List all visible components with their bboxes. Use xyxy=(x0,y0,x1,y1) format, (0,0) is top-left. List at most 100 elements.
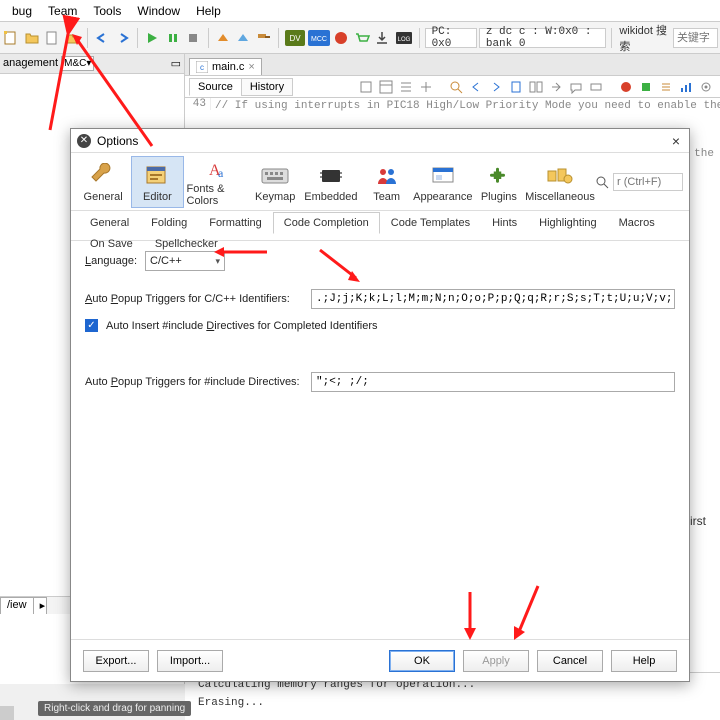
menu-team[interactable]: Team xyxy=(40,2,85,20)
svg-text:c: c xyxy=(200,63,204,72)
cat-fonts[interactable]: Aa Fonts & Colors xyxy=(186,156,248,208)
options-search-input[interactable] xyxy=(613,173,683,191)
wrench-icon xyxy=(88,161,118,191)
tb-stop-icon[interactable] xyxy=(184,27,203,49)
import-button[interactable]: Import... xyxy=(157,650,223,672)
subtab-highlighting[interactable]: Highlighting xyxy=(528,212,607,233)
dialog-body: Language: C/C++ ▾ Auto Popup Triggers fo… xyxy=(71,241,689,639)
tb-reg-readout: z dc c : W:0x0 : bank 0 xyxy=(479,28,606,48)
subtab-general[interactable]: General xyxy=(79,212,140,233)
tb-run-icon[interactable] xyxy=(143,27,162,49)
tb-open-icon[interactable] xyxy=(23,27,42,49)
tb-pause-icon[interactable] xyxy=(164,27,183,49)
ed-diff-icon[interactable] xyxy=(528,79,544,95)
cat-team[interactable]: Team xyxy=(361,156,413,208)
cat-plugins[interactable]: Plugins xyxy=(473,156,525,208)
team-icon xyxy=(372,161,402,191)
subtab-formatting[interactable]: Formatting xyxy=(198,212,273,233)
ed-shift-icon[interactable] xyxy=(548,79,564,95)
c-file-icon: c xyxy=(196,61,208,73)
ed-gear-icon[interactable] xyxy=(698,79,714,95)
subtab-code-templates[interactable]: Code Templates xyxy=(380,212,481,233)
editor-icon xyxy=(142,161,172,191)
tb-pc-readout: PC: 0x0 xyxy=(425,28,477,48)
cat-embedded[interactable]: Embedded xyxy=(303,156,358,208)
ed-bookmark-icon[interactable] xyxy=(508,79,524,95)
ed-uncomment-icon[interactable] xyxy=(588,79,604,95)
tb-mcc-icon[interactable]: MCC xyxy=(308,27,330,49)
ed-icon-1[interactable] xyxy=(358,79,374,95)
ed-chart-icon[interactable] xyxy=(678,79,694,95)
cat-appearance[interactable]: Appearance xyxy=(415,156,471,208)
editor-subtabs: General Folding Formatting Code Completi… xyxy=(71,211,689,241)
tb-log-icon[interactable]: LOG xyxy=(394,27,414,49)
view-tab-more[interactable]: ▸ xyxy=(33,597,47,614)
ed-icon-4[interactable] xyxy=(418,79,434,95)
subtab-macros[interactable]: Macros xyxy=(608,212,666,233)
plugin-icon xyxy=(484,161,514,191)
language-combo[interactable]: C/C++ ▾ xyxy=(145,251,225,271)
tb-newfile-icon[interactable] xyxy=(43,27,62,49)
ed-prev-icon[interactable] xyxy=(468,79,484,95)
ed-find-icon[interactable] xyxy=(448,79,464,95)
dialog-title-text: Options xyxy=(97,134,138,148)
include-triggers-input[interactable] xyxy=(311,372,675,392)
cancel-button[interactable]: Cancel xyxy=(537,650,603,672)
menu-help[interactable]: Help xyxy=(188,2,229,20)
tb-cart-icon[interactable] xyxy=(353,27,372,49)
export-button[interactable]: Export... xyxy=(83,650,149,672)
tb-undo-icon[interactable] xyxy=(93,27,112,49)
cat-keymap[interactable]: Keymap xyxy=(249,156,301,208)
ed-icon-3[interactable] xyxy=(398,79,414,95)
tb-redo-icon[interactable] xyxy=(114,27,133,49)
tb-openfile-icon[interactable] xyxy=(64,27,83,49)
view-tab[interactable]: /iew xyxy=(0,597,34,614)
close-tab-icon[interactable]: × xyxy=(248,61,254,73)
gutter-line: 43 xyxy=(185,98,211,110)
tb-hammer-icon[interactable] xyxy=(255,27,274,49)
tb-new-icon[interactable] xyxy=(2,27,21,49)
triggers-input[interactable] xyxy=(311,289,675,309)
tb-search-input[interactable] xyxy=(673,28,718,48)
tb-clean-icon[interactable] xyxy=(234,27,253,49)
dialog-icon: ✕ xyxy=(77,134,91,148)
menu-window[interactable]: Window xyxy=(129,2,188,20)
subtab-code-completion[interactable]: Code Completion xyxy=(273,212,380,234)
auto-insert-checkbox[interactable]: ✓ xyxy=(85,319,98,332)
ed-square-icon[interactable] xyxy=(638,79,654,95)
chevron-down-icon: ▾ xyxy=(215,256,220,267)
ed-next-icon[interactable] xyxy=(488,79,504,95)
ed-icon-2[interactable] xyxy=(378,79,394,95)
svg-text:DV: DV xyxy=(290,34,302,43)
svg-text:MCC: MCC xyxy=(311,36,327,43)
output-line2: Erasing... xyxy=(198,695,710,713)
cat-general[interactable]: General xyxy=(77,156,129,208)
editor-tab-main[interactable]: c main.c × xyxy=(189,58,262,75)
editor-tab-label: main.c xyxy=(212,61,244,73)
ok-button[interactable]: OK xyxy=(389,650,455,672)
menu-debug[interactable]: bug xyxy=(4,2,40,20)
history-subtab[interactable]: History xyxy=(241,78,293,96)
tb-build-icon[interactable] xyxy=(214,27,233,49)
tb-download-icon[interactable] xyxy=(373,27,392,49)
project-combo[interactable]: M&C ▾ xyxy=(61,56,94,71)
tb-dv-icon[interactable]: DV xyxy=(284,27,306,49)
help-button[interactable]: Help xyxy=(611,650,677,672)
ed-rec-icon[interactable] xyxy=(618,79,634,95)
pan-hint: Right-click and drag for panning xyxy=(38,701,191,716)
ed-comment-icon[interactable] xyxy=(568,79,584,95)
ed-list-icon[interactable] xyxy=(658,79,674,95)
tb-redball-icon[interactable] xyxy=(332,27,351,49)
subtab-folding[interactable]: Folding xyxy=(140,212,198,233)
cat-misc[interactable]: Miscellaneous xyxy=(527,156,593,208)
panel-minimize-icon[interactable]: ▭ xyxy=(171,57,181,70)
subtab-hints[interactable]: Hints xyxy=(481,212,528,233)
appearance-icon xyxy=(428,161,458,191)
source-subtab[interactable]: Source xyxy=(189,78,242,96)
dialog-close-icon[interactable]: × xyxy=(669,134,683,148)
menu-tools[interactable]: Tools xyxy=(85,2,129,20)
cat-editor[interactable]: Editor xyxy=(131,156,183,208)
misc-icon xyxy=(545,161,575,191)
search-icon[interactable] xyxy=(595,175,609,189)
apply-button[interactable]: Apply xyxy=(463,650,529,672)
